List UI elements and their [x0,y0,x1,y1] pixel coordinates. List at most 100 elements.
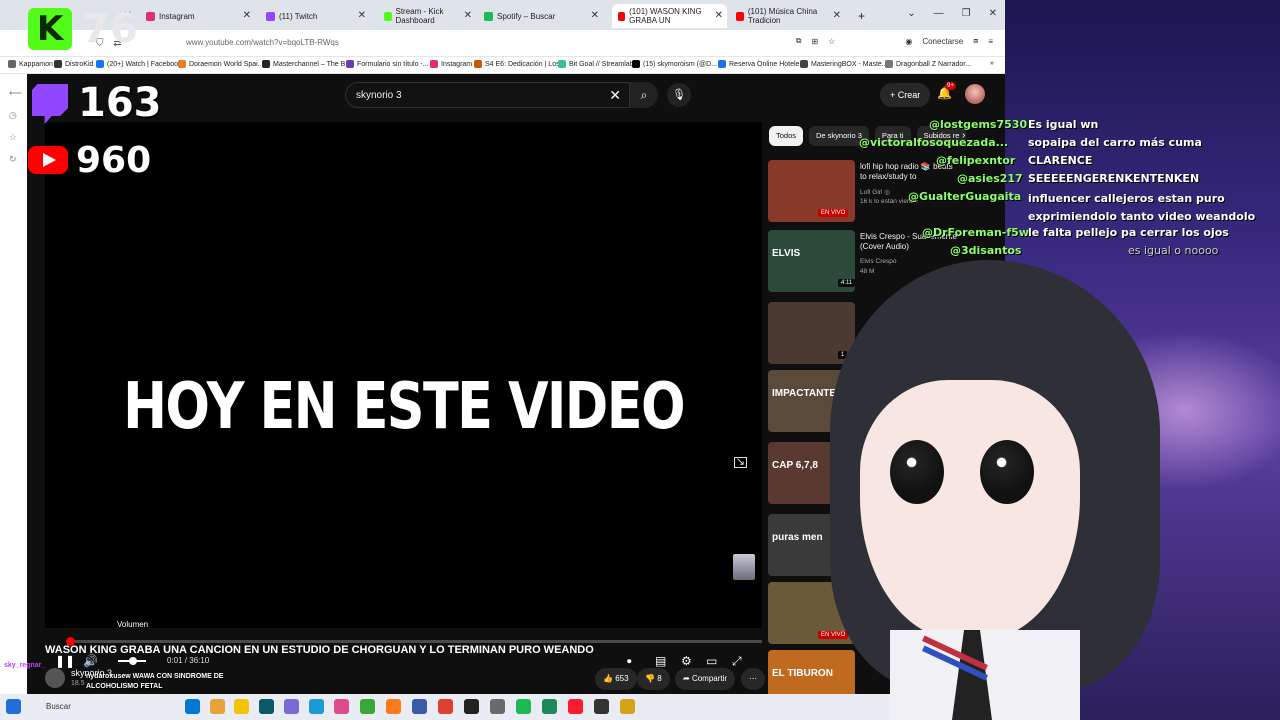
close-tab-icon[interactable]: ✕ [591,10,599,21]
close-tab-icon[interactable]: ✕ [358,10,366,21]
menu-icon[interactable]: ≡ [988,37,993,46]
bookmark-item[interactable]: Dragonball Z Narrador... [885,60,971,68]
side-history-icon[interactable]: ◷ [9,110,17,121]
restore-icon[interactable]: ❐ [962,8,971,19]
taskbar-app-icon[interactable] [284,699,299,714]
youtube-viewer-count: 960 [76,140,152,181]
more-actions-button[interactable]: ⋯ [741,668,765,690]
chat-text: le falta pellejo pa cerrar los ojos [1028,226,1229,239]
browser-tab[interactable]: (101) WASON KING GRABA UN ✕ [612,4,727,28]
url-field[interactable]: www.youtube.com/watch?v=bqoLTB-RWqs [186,38,339,47]
bookmark-item[interactable]: Bit Goal // Streamlabs [558,60,637,68]
taskbar-spotify-icon[interactable] [516,699,531,714]
taskbar-app-icon[interactable] [594,699,609,714]
taskbar-app-icon[interactable] [334,699,349,714]
tab-favicon-icon [146,11,155,21]
video-player[interactable]: HOY EN ESTE VIDEO ↘ Volumen ❚❚ 🔊 0:01 / … [45,122,762,668]
bookmark-item[interactable]: Kappamon [8,60,53,68]
bookmark-item[interactable]: S4 E6: Dedicación | Los... [474,60,565,68]
bookmark-item[interactable]: (20+) Watch | Facebook [96,60,182,68]
dislike-button[interactable]: 👎 8 [637,668,670,690]
start-icon[interactable] [6,699,21,714]
taskbar-chrome-icon[interactable] [438,699,453,714]
taskbar-app-icon[interactable] [210,699,225,714]
address-actions: ⧉ ⊞ ☆ ◉ Conectarse ⧈ ≡ [796,36,993,46]
browser-tab[interactable]: (101) Música China Tradicion ✕ [730,4,845,28]
create-button[interactable]: + Crear [880,83,931,107]
bookmark-favicon-icon [262,60,270,68]
bookmark-item[interactable]: Masterchannel – The B... [262,60,351,68]
close-window-icon[interactable]: ✕ [989,8,997,19]
chat-username: @asies217 [957,172,1023,185]
side-back-icon[interactable]: ⟵ [9,88,22,99]
taskbar-app-icon[interactable] [620,699,635,714]
voice-search-button[interactable]: 🎙 [667,83,691,107]
bookmark-label: Bit Goal // Streamlabs [569,60,638,68]
tab-list-icon[interactable]: ⌄ [907,8,915,19]
search-input[interactable]: skynorio 3 [356,90,402,101]
browser-tab[interactable]: Stream - Kick Dashboard ✕ [378,4,476,28]
browser-tab[interactable]: (11) Twitch ✕ [260,4,370,28]
miniplayer-icon[interactable]: ↘ [734,457,747,468]
notifications-button[interactable]: 🔔 9+ [937,82,956,100]
tab-label: (101) Música China Tradicion [747,7,818,25]
close-tab-icon[interactable]: ✕ [243,10,251,21]
install-icon[interactable]: ⊞ [811,37,818,46]
taskbar-app-icon[interactable] [185,699,200,714]
favorite-star-icon[interactable]: ☆ [828,37,835,46]
close-tab-icon[interactable]: ✕ [464,10,472,21]
bookmark-item[interactable]: Reserva Online Hotele... [718,60,805,68]
taskbar-search[interactable]: Buscar [30,698,150,716]
share-button[interactable]: ➦ Compartir [675,668,736,690]
chat-text: es igual o noooo [1128,244,1219,257]
channel-watermark[interactable] [733,554,755,580]
profile-icon[interactable]: ◉ [905,37,912,46]
new-tab-button[interactable]: + [852,4,871,28]
taskbar-app-icon[interactable] [490,699,505,714]
taskbar-app-icon[interactable] [360,699,375,714]
bookmark-item[interactable]: Formulario sin título -... [346,60,429,68]
taskbar-search-label: Buscar [46,702,71,711]
taskbar-app-icon[interactable] [412,699,427,714]
bookmark-label: Doraemon World Spai... [189,60,264,68]
taskbar-app-icon[interactable] [259,699,274,714]
create-label: Crear [897,90,921,100]
side-reload-icon[interactable]: ↻ [9,154,17,165]
taskbar-folder-icon[interactable] [234,699,249,714]
connect-label[interactable]: Conectarse [922,37,963,46]
chat-text: influencer callejeros estan puro exprimi… [1028,192,1256,223]
close-tab-icon[interactable]: ✕ [715,10,723,21]
bookmark-item[interactable]: Doraemon World Spai... [178,60,264,68]
side-star-icon[interactable]: ☆ [9,132,17,143]
minimize-icon[interactable]: — [934,8,944,19]
notification-badge: 9+ [945,82,956,90]
browser-side-strip: ⟵ ◷ ☆ ↻ [0,74,27,694]
taskbar-opera-icon[interactable] [568,699,583,714]
screenshot-icon[interactable]: ⧉ [796,36,802,46]
like-button[interactable]: 👍 653 [595,668,637,690]
bookmark-favicon-icon [474,60,482,68]
bookmark-item[interactable]: Instagram [430,60,472,68]
progress-bar[interactable] [66,637,762,646]
browser-tab[interactable]: Spotify – Buscar ✕ [478,4,603,28]
bookmark-item[interactable]: DistroKid [54,60,93,68]
taskbar-edge-icon[interactable] [309,699,324,714]
bookmark-item[interactable]: MasteringBOX - Maste... [800,60,888,68]
search-box[interactable]: skynorio 3 ✕ [345,82,630,108]
chat-username: @GualterGuagaita [908,190,1022,203]
filter-chip[interactable]: Todos [769,126,804,146]
search-button[interactable]: ⌕ [630,82,658,108]
dislike-count: 8 [657,674,662,683]
chat-username: @victoralfosoquezada... [859,136,1009,149]
browser-tab[interactable]: Instagram ✕ [140,4,255,28]
close-tab-icon[interactable]: ✕ [833,10,841,21]
bookmarks-more-icon[interactable]: » [990,60,994,67]
taskbar-obs-icon[interactable] [464,699,479,714]
clear-search-icon[interactable]: ✕ [609,87,621,104]
extensions-icon[interactable]: ⧈ [973,36,978,46]
account-avatar[interactable] [965,84,985,104]
bookmark-label: S4 E6: Dedicación | Los... [485,60,566,68]
taskbar-firefox-icon[interactable] [386,699,401,714]
taskbar-app-icon[interactable] [542,699,557,714]
bookmark-item[interactable]: (15) skymoroism (@D... [632,60,717,68]
